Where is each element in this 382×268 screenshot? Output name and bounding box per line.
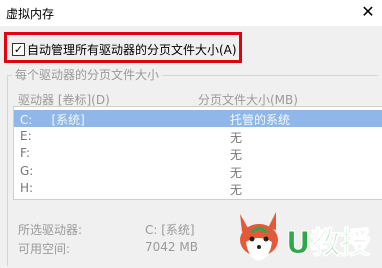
title-bar: 虚拟内存 ✕ — [0, 0, 382, 26]
drive-letter: C: — [20, 113, 33, 127]
drive-volume-label: [系统] — [51, 113, 85, 127]
drive-size: 托管的系统 — [230, 113, 291, 127]
drive-row-e[interactable]: E: 无 — [14, 128, 382, 145]
drive-size: 无 — [230, 183, 243, 197]
drive-list[interactable]: C: [系统] 托管的系统 E: 无 F: 无 G: 无 H: 无 — [13, 106, 382, 200]
watermark-text: U教授 — [285, 226, 371, 262]
drive-letter: F: — [20, 146, 31, 160]
red-highlight-box — [4, 32, 242, 63]
drive-row-f[interactable]: F: 无 — [14, 145, 382, 162]
close-icon[interactable]: ✕ — [354, 0, 382, 26]
drive-row-c[interactable]: C: [系统] 托管的系统 — [14, 110, 382, 127]
group-title: 每个驱动器的分页文件大小 — [12, 66, 163, 83]
site-watermark: U教授 — [236, 208, 382, 265]
free-space-label: 可用空间: — [18, 242, 71, 256]
drive-size: 无 — [230, 148, 243, 162]
selected-drive-label: 所选驱动器: — [18, 223, 83, 237]
drive-size: 无 — [230, 131, 243, 145]
drive-letter: G: — [20, 164, 34, 178]
drive-letter: E: — [20, 129, 32, 143]
drive-letter: H: — [20, 181, 34, 195]
window-title: 虚拟内存 — [6, 7, 55, 21]
selected-drive-value: C: [系统] — [145, 223, 195, 237]
drive-size: 无 — [230, 166, 243, 180]
drive-row-g[interactable]: G: 无 — [14, 163, 382, 180]
drive-row-h[interactable]: H: 无 — [14, 180, 382, 197]
free-space-value: 7042 MB — [145, 240, 198, 254]
